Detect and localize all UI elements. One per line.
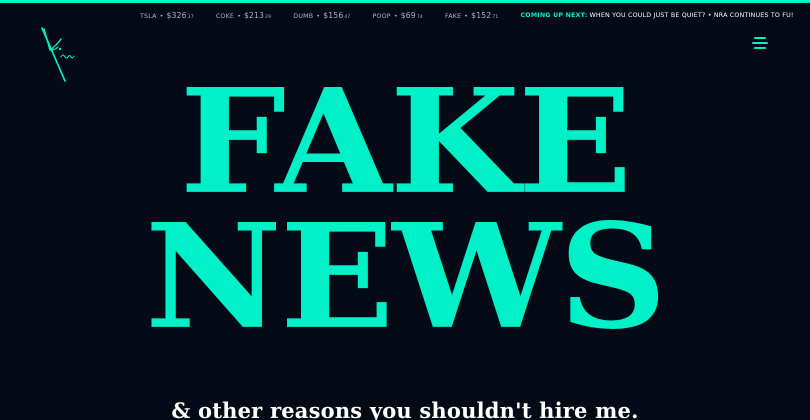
ticker-item: COKE • $213 29 — [216, 11, 271, 20]
ticker-cents: 71 — [492, 14, 499, 20]
ticker-symbol: FAKE — [444, 12, 462, 20]
stock-ticker: TSLA • $326 37 COKE • $213 29 DUMB • $15… — [140, 9, 794, 21]
ticker-cents: 37 — [187, 14, 194, 20]
ticker-item: TSLA • $326 37 — [140, 11, 194, 20]
ticker-separator: • — [316, 12, 321, 20]
ticker-price: $152 — [471, 10, 492, 20]
ticker-price: $213 — [244, 10, 265, 20]
ticker-price: $326 — [166, 10, 187, 20]
menu-line — [754, 37, 766, 39]
coming-up-headlines: WHEN YOU COULD JUST BE QUIET? • NRA CONT… — [589, 11, 794, 19]
coming-up-next: COMING UP NEXT: WHEN YOU COULD JUST BE Q… — [520, 12, 793, 19]
ticker-price: $156 — [323, 10, 344, 20]
menu-line — [754, 47, 766, 49]
top-accent-bar — [0, 0, 810, 3]
ticker-cents: 74 — [416, 14, 423, 20]
ticker-separator: • — [237, 12, 241, 20]
menu-line — [752, 42, 768, 44]
hero-headline-line-2: NEWS — [144, 192, 667, 362]
ticker-symbol: POOP — [372, 12, 391, 20]
ticker-symbol: TSLA — [140, 12, 157, 20]
ticker-price: $69 — [400, 10, 416, 20]
ticker-item: DUMB • $156 47 — [293, 11, 350, 20]
ticker-item: FAKE • $152 71 — [445, 11, 498, 20]
page: TSLA • $326 37 COKE • $213 29 DUMB • $15… — [0, 0, 810, 420]
ticker-item: POOP • $69 74 — [373, 11, 423, 20]
ticker-separator: • — [159, 12, 164, 20]
ticker-cents: 29 — [265, 14, 272, 20]
hero-tagline: & other reasons you shouldn't hire me. — [171, 398, 639, 420]
ticker-symbol: DUMB — [293, 12, 314, 20]
coming-up-label: COMING UP NEXT: — [520, 11, 588, 19]
ticker-separator: • — [393, 12, 398, 20]
ticker-separator: • — [464, 12, 469, 20]
ticker-symbol: COKE — [215, 12, 235, 20]
hamburger-menu-icon[interactable] — [752, 37, 768, 51]
ticker-cents: 47 — [344, 14, 351, 20]
